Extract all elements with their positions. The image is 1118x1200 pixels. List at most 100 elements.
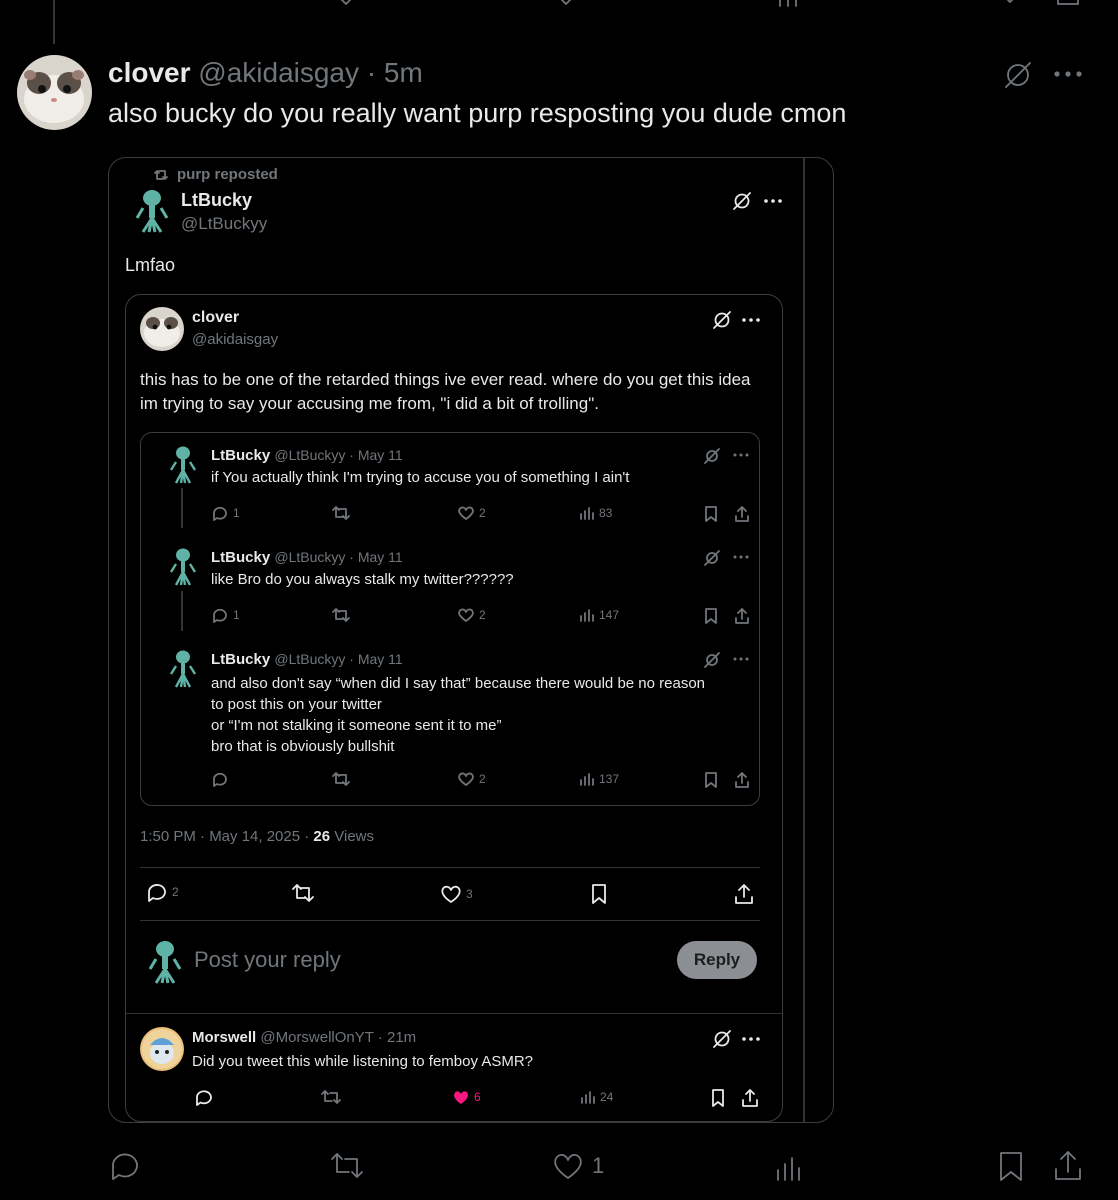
views-action[interactable]: 83 bbox=[579, 505, 612, 521]
retweet-icon[interactable] bbox=[331, 771, 351, 787]
top-action-bar-partial bbox=[0, 0, 1118, 10]
display-name[interactable]: LtBucky bbox=[211, 651, 270, 668]
more-options-icon[interactable] bbox=[733, 451, 749, 459]
retweet-icon[interactable] bbox=[320, 1089, 342, 1105]
hamster-avatar-icon bbox=[24, 70, 84, 123]
like-action[interactable]: 2 bbox=[457, 505, 486, 521]
tweet-text: this has to be one of the retarded thing… bbox=[140, 370, 751, 413]
display-name[interactable]: Morswell bbox=[192, 1029, 256, 1046]
like-count: 1 bbox=[592, 1153, 605, 1178]
grok-icon[interactable] bbox=[711, 309, 733, 331]
reply-input[interactable]: Post your reply bbox=[194, 947, 341, 973]
handle-time[interactable]: @LtBuckyy · May 11 bbox=[274, 447, 402, 463]
retweet-icon[interactable] bbox=[331, 607, 351, 623]
avatar bbox=[140, 307, 184, 351]
like-action[interactable]: 1 bbox=[552, 1152, 604, 1180]
ltbucky-avatar bbox=[135, 188, 169, 234]
grok-icon[interactable] bbox=[703, 549, 721, 567]
share-icon[interactable] bbox=[733, 607, 751, 625]
handle[interactable]: @akidaisgay bbox=[198, 57, 359, 88]
grok-icon[interactable] bbox=[1001, 58, 1035, 92]
share-icon[interactable] bbox=[733, 883, 755, 905]
timestamp[interactable]: 5m bbox=[384, 57, 423, 88]
retweet-icon[interactable] bbox=[290, 883, 316, 903]
heart-icon bbox=[458, 772, 474, 786]
more-options-icon[interactable] bbox=[741, 1034, 761, 1044]
display-name[interactable]: clover bbox=[192, 309, 239, 327]
grok-icon[interactable] bbox=[703, 447, 721, 465]
handle-time[interactable]: @LtBuckyy · May 11 bbox=[274, 651, 402, 667]
bookmark-icon[interactable] bbox=[703, 771, 719, 789]
share-icon[interactable] bbox=[1051, 1149, 1085, 1183]
tweet-text: like Bro do you always stalk my twitter?… bbox=[211, 571, 514, 588]
text-line: to post this on your twitter bbox=[211, 696, 382, 713]
analytics-icon bbox=[581, 1091, 595, 1104]
reply-action[interactable]: 1 bbox=[211, 607, 240, 623]
reply-action[interactable]: 1 bbox=[211, 505, 240, 521]
attached-image[interactable]: purp reposted LtBucky @LtBuckyy Lmfao cl bbox=[108, 157, 834, 1123]
retweet-icon[interactable] bbox=[329, 1151, 365, 1181]
ltbucky-avatar bbox=[169, 445, 197, 485]
thread-item[interactable]: LtBucky @LtBuckyy · May 11 if You actual… bbox=[141, 433, 759, 537]
like-action[interactable]: 2 bbox=[457, 607, 486, 623]
ltbucky-avatar bbox=[169, 547, 197, 587]
share-icon[interactable] bbox=[733, 505, 751, 523]
avatar[interactable] bbox=[17, 55, 92, 130]
reply-icon[interactable] bbox=[194, 1088, 214, 1106]
like-action[interactable]: 2 bbox=[457, 771, 486, 787]
handle-time[interactable]: @MorswellOnYT · 21m bbox=[260, 1029, 416, 1046]
more-options-icon[interactable] bbox=[733, 553, 749, 561]
reply-action[interactable]: 2 bbox=[146, 882, 179, 902]
comment-header: Morswell @MorswellOnYT · 21m bbox=[192, 1029, 416, 1046]
views-action[interactable]: 24 bbox=[580, 1089, 613, 1105]
views-action[interactable]: 147 bbox=[579, 607, 619, 623]
handle-time[interactable]: @LtBuckyy · May 11 bbox=[274, 549, 402, 565]
analytics-icon[interactable] bbox=[774, 1152, 804, 1182]
cartoon-avatar-icon bbox=[142, 1029, 182, 1069]
bookmark-icon[interactable] bbox=[997, 1150, 1025, 1182]
more-options-icon[interactable] bbox=[1052, 64, 1084, 84]
views-action[interactable]: 137 bbox=[579, 771, 619, 787]
tweet-header: clover @akidaisgay · 5m bbox=[108, 57, 423, 89]
retweet-icon[interactable] bbox=[331, 505, 351, 521]
reply-icon[interactable] bbox=[211, 771, 229, 787]
display-name[interactable]: clover bbox=[108, 57, 191, 88]
squidward-avatar-icon bbox=[169, 548, 197, 586]
analytics-icon bbox=[580, 507, 594, 520]
grok-icon[interactable] bbox=[731, 190, 753, 212]
like-action[interactable]: 3 bbox=[440, 884, 473, 904]
reply-icon bbox=[213, 506, 227, 521]
handle[interactable]: @LtBuckyy bbox=[181, 214, 267, 234]
item-header: LtBucky @LtBuckyy · May 11 bbox=[211, 651, 403, 668]
display-name[interactable]: LtBucky bbox=[211, 549, 270, 566]
bookmark-icon[interactable] bbox=[710, 1088, 726, 1108]
reply-icon[interactable] bbox=[108, 1150, 142, 1182]
handle[interactable]: @akidaisgay bbox=[192, 331, 278, 348]
display-name[interactable]: LtBucky bbox=[211, 447, 270, 464]
comment-text: Did you tweet this while listening to fe… bbox=[192, 1053, 533, 1070]
grok-icon[interactable] bbox=[703, 651, 721, 669]
thread-item[interactable]: LtBucky @LtBuckyy · May 11 like Bro do y… bbox=[141, 535, 759, 639]
like-action[interactable]: 6 bbox=[452, 1089, 481, 1105]
more-options-icon[interactable] bbox=[733, 655, 749, 663]
thread-item[interactable]: LtBucky @LtBuckyy · May 11 and also don'… bbox=[141, 637, 759, 803]
grok-icon[interactable] bbox=[711, 1028, 733, 1050]
share-icon[interactable] bbox=[733, 771, 751, 789]
more-options-icon[interactable] bbox=[741, 315, 761, 325]
share-icon[interactable] bbox=[740, 1088, 760, 1108]
heart-icon bbox=[554, 1153, 582, 1179]
composer-avatar bbox=[148, 939, 182, 985]
display-name[interactable]: LtBucky bbox=[181, 190, 252, 211]
repost-label: purp reposted bbox=[177, 166, 278, 183]
more-options-icon[interactable] bbox=[763, 196, 783, 206]
quoted-tweet[interactable]: clover @akidaisgay this has to be one of… bbox=[125, 294, 783, 1122]
bookmark-icon[interactable] bbox=[703, 607, 719, 625]
heart-filled-icon bbox=[454, 1091, 468, 1104]
views-count: 26 bbox=[313, 828, 331, 845]
reply-button[interactable]: Reply bbox=[677, 941, 757, 979]
divider bbox=[140, 867, 760, 868]
screenshot-edge bbox=[803, 158, 805, 1122]
timestamp[interactable]: 1:50 PM · May 14, 2025 · bbox=[140, 828, 313, 845]
bookmark-icon[interactable] bbox=[589, 883, 609, 905]
bookmark-icon[interactable] bbox=[703, 505, 719, 523]
